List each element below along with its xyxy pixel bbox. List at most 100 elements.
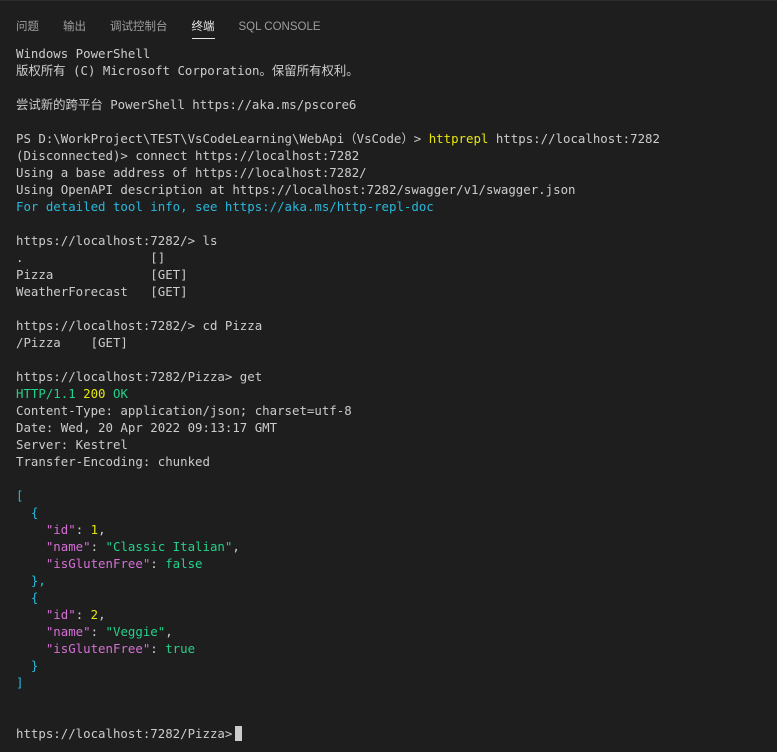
terminal-text: 2 xyxy=(90,607,99,622)
terminal-text: httprepl xyxy=(428,131,489,146)
terminal-text: "name" xyxy=(45,624,91,639)
terminal-text: , xyxy=(232,539,240,554)
terminal-line: } xyxy=(16,657,766,674)
terminal-line: https://localhost:7282/Pizza> get xyxy=(16,368,766,385)
terminal-text: "id" xyxy=(45,607,76,622)
terminal-line: Server: Kestrel xyxy=(16,436,766,453)
terminal-line: https://localhost:7282/> cd Pizza xyxy=(16,317,766,334)
panel-tab-bar: 问题 输出 调试控制台 终端 SQL CONSOLE xyxy=(16,19,345,41)
terminal-line: Windows PowerShell xyxy=(16,45,766,62)
terminal-line: { xyxy=(16,589,766,606)
terminal-text: : xyxy=(150,556,166,571)
terminal-text: , xyxy=(98,522,106,537)
terminal-line: Date: Wed, 20 Apr 2022 09:13:17 GMT xyxy=(16,419,766,436)
tab-debug-console[interactable]: 调试控制台 xyxy=(110,19,168,41)
terminal-text: "name" xyxy=(45,539,91,554)
terminal-cursor xyxy=(235,726,243,741)
terminal-text: HTTP/1.1 xyxy=(16,386,84,401)
terminal-text: 尝试新的跨平台 PowerShell https://aka.ms/pscore… xyxy=(16,97,357,112)
terminal-line: For detailed tool info, see https://aka.… xyxy=(16,198,766,215)
terminal-text: PS D:\WorkProject\TEST\VsCodeLearning\We… xyxy=(16,131,429,146)
tab-terminal[interactable]: 终端 xyxy=(191,19,215,41)
terminal-line: "id": 1, xyxy=(16,521,766,538)
tab-problems[interactable]: 问题 xyxy=(16,19,39,41)
terminal-line: Using OpenAPI description at https://loc… xyxy=(16,181,766,198)
terminal-text: : xyxy=(75,522,91,537)
terminal-text: "isGlutenFree" xyxy=(45,641,151,656)
terminal-line: 尝试新的跨平台 PowerShell https://aka.ms/pscore… xyxy=(16,96,766,113)
terminal-text: "id" xyxy=(45,522,76,537)
terminal-line: (Disconnected)> connect https://localhos… xyxy=(16,147,766,164)
terminal-text: { xyxy=(16,590,39,605)
terminal-text: Using a base address of https://localhos… xyxy=(16,165,367,180)
terminal-text: , xyxy=(165,624,173,639)
terminal-line: 版权所有 (C) Microsoft Corporation。保留所有权利。 xyxy=(16,62,766,79)
terminal-text: https://localhost:7282/Pizza> xyxy=(16,726,233,741)
terminal-text: 200 xyxy=(83,386,106,401)
terminal-text: Server: Kestrel xyxy=(16,437,128,452)
terminal-text: : xyxy=(75,607,91,622)
terminal-text: /Pizza [GET] xyxy=(16,335,128,350)
terminal-text: "Classic Italian" xyxy=(105,539,233,554)
terminal-text: "isGlutenFree" xyxy=(45,556,151,571)
terminal-text: 版权所有 (C) Microsoft Corporation。保留所有权利。 xyxy=(16,63,359,78)
terminal-line: . [] xyxy=(16,249,766,266)
terminal-text: true xyxy=(165,641,196,656)
terminal-line: https://localhost:7282/Pizza> xyxy=(16,725,766,742)
terminal-text: [ xyxy=(16,488,24,503)
terminal-text: https://localhost:7282/Pizza> get xyxy=(16,369,263,384)
terminal-text: "Veggie" xyxy=(105,624,166,639)
terminal-line: "name": "Veggie", xyxy=(16,623,766,640)
terminal-text: { xyxy=(16,505,39,520)
terminal-output[interactable]: Windows PowerShell 版权所有 (C) Microsoft Cor… xyxy=(16,45,766,742)
terminal-text: : xyxy=(90,539,106,554)
terminal-line: { xyxy=(16,504,766,521)
terminal-line: "isGlutenFree": false xyxy=(16,555,766,572)
terminal-line: }, xyxy=(16,572,766,589)
terminal-text: Pizza [GET] xyxy=(16,267,188,282)
terminal-text: }, xyxy=(16,573,46,588)
terminal-text: ] xyxy=(16,675,24,690)
terminal-text: OK xyxy=(105,386,128,401)
terminal-text: WeatherForecast [GET] xyxy=(16,284,188,299)
terminal-line: "isGlutenFree": true xyxy=(16,640,766,657)
terminal-text: https://localhost:7282/> ls xyxy=(16,233,218,248)
terminal-text: : xyxy=(150,641,166,656)
terminal-line: Using a base address of https://localhos… xyxy=(16,164,766,181)
terminal-text: } xyxy=(16,658,39,673)
terminal-text: 1 xyxy=(90,522,99,537)
terminal-text: Windows PowerShell xyxy=(16,46,151,61)
terminal-text: , xyxy=(98,607,106,622)
terminal-line: PS D:\WorkProject\TEST\VsCodeLearning\We… xyxy=(16,130,766,147)
terminal-line: https://localhost:7282/> ls xyxy=(16,232,766,249)
terminal-line: /Pizza [GET] xyxy=(16,334,766,351)
panel-top-border xyxy=(0,0,777,9)
terminal-line: Content-Type: application/json; charset=… xyxy=(16,402,766,419)
terminal-text: Transfer-Encoding: chunked xyxy=(16,454,210,469)
terminal-text: For detailed tool info, see https://aka.… xyxy=(16,199,434,214)
tab-output[interactable]: 输出 xyxy=(63,19,86,41)
tab-sql-console[interactable]: SQL CONSOLE xyxy=(239,19,321,41)
terminal-text: Using OpenAPI description at https://loc… xyxy=(16,182,576,197)
terminal-text: https://localhost:7282 xyxy=(488,131,660,146)
terminal-text: (Disconnected)> connect https://localhos… xyxy=(16,148,360,163)
terminal-line: [ xyxy=(16,487,766,504)
terminal-text: . [] xyxy=(16,250,166,265)
terminal-line: ] xyxy=(16,674,766,691)
terminal-text: : xyxy=(90,624,106,639)
terminal-text: Date: Wed, 20 Apr 2022 09:13:17 GMT xyxy=(16,420,278,435)
terminal-text: false xyxy=(165,556,203,571)
